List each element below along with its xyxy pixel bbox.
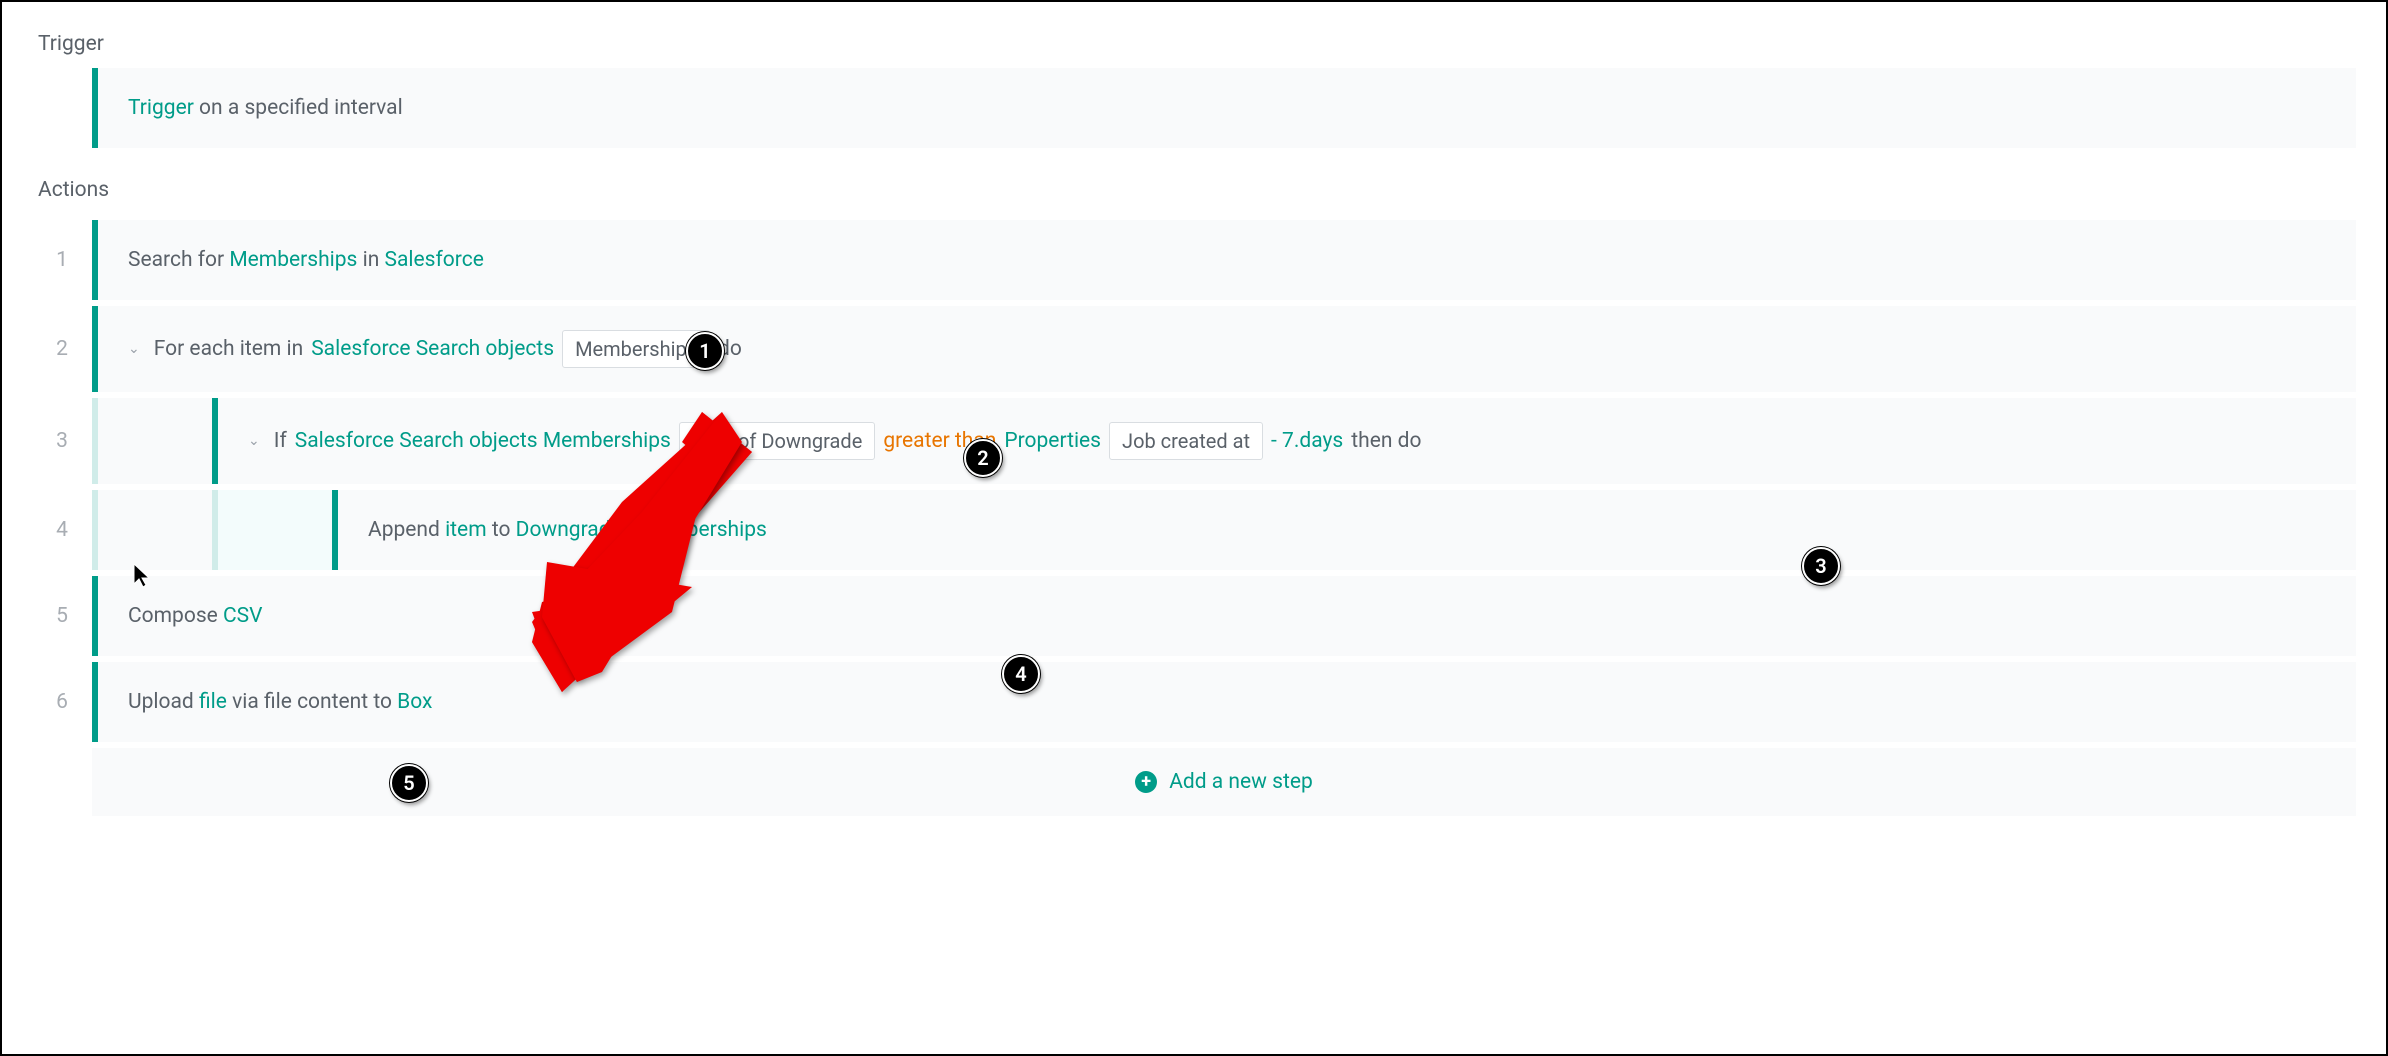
trigger-row: Trigger on a specified interval (32, 68, 2356, 148)
step-row-3: 3 ⌄ If Salesforce Search objects Members… (32, 398, 2356, 484)
step-text: Search for (128, 248, 229, 272)
step-link-offset[interactable]: - 7.days (1271, 429, 1343, 453)
step-number: 4 (32, 490, 92, 570)
indent-bar (92, 490, 98, 570)
step-row-1: 1 Search for Memberships in Salesforce (32, 220, 2356, 300)
trigger-spacer (32, 68, 92, 148)
step-link-item[interactable]: item (445, 518, 487, 542)
annotation-badge-3: 3 (1802, 547, 1840, 585)
add-step-row: + Add a new step (32, 748, 2356, 816)
step-link-box[interactable]: Box (397, 690, 432, 714)
chevron-down-icon[interactable]: ⌄ (248, 433, 260, 449)
step-card-3[interactable]: ⌄ If Salesforce Search objects Membershi… (212, 398, 2356, 484)
annotation-badge-5: 5 (390, 764, 428, 802)
step-row-2: 2 ⌄ For each item in Salesforce Search o… (32, 306, 2356, 392)
step-text: in (357, 248, 384, 272)
indent-track (212, 490, 332, 570)
step-number: 5 (32, 576, 92, 656)
step-text: For each item in (154, 337, 303, 361)
step-card-1[interactable]: Search for Memberships in Salesforce (92, 220, 2356, 300)
indent-bar (212, 490, 218, 570)
indent-track (92, 398, 212, 484)
step-text: If (274, 429, 287, 453)
step-link-file[interactable]: file (199, 690, 227, 714)
annotation-badge-4: 4 (1002, 655, 1040, 693)
step-row-5: 5 Compose CSV (32, 576, 2356, 656)
trigger-text: on a specified interval (194, 96, 403, 120)
indent-track (92, 490, 212, 570)
step-number: 2 (32, 306, 92, 392)
step-number: 6 (32, 662, 92, 742)
step-row-4: 4 Append item to Downgraded Memberships (32, 490, 2356, 570)
step-link-csv[interactable]: CSV (223, 604, 263, 628)
step-number: 1 (32, 220, 92, 300)
step-link-memberships[interactable]: Memberships (229, 248, 357, 272)
step-text: to (487, 518, 516, 542)
step-link-salesforce-search[interactable]: Salesforce Search objects (311, 337, 554, 361)
add-step-button[interactable]: + Add a new step (92, 748, 2356, 816)
annotation-badge-2: 2 (964, 439, 1002, 477)
step-card-6[interactable]: Upload file via file content to Box (92, 662, 2356, 742)
step-link-salesforce[interactable]: Salesforce (385, 248, 484, 272)
step-text: via file content to (227, 690, 397, 714)
actions-section-label: Actions (32, 178, 2356, 202)
step-card-4[interactable]: Append item to Downgraded Memberships (332, 490, 2356, 570)
chevron-down-icon[interactable]: ⌄ (128, 341, 140, 357)
annotation-badge-1: 1 (686, 332, 724, 370)
indent-bar (92, 398, 98, 484)
step-link-downgraded-memberships[interactable]: Downgraded Memberships (516, 518, 767, 542)
pill-date-of-downgrade[interactable]: Date of Downgrade (679, 422, 875, 460)
step-text: Append (368, 518, 445, 542)
trigger-card[interactable]: Trigger on a specified interval (92, 68, 2356, 148)
add-step-spacer (32, 748, 92, 816)
step-card-2[interactable]: ⌄ For each item in Salesforce Search obj… (92, 306, 2356, 392)
step-number: 3 (32, 398, 92, 484)
step-card-5[interactable]: Compose CSV (92, 576, 2356, 656)
trigger-section-label: Trigger (32, 32, 2356, 56)
step-row-6: 6 Upload file via file content to Box (32, 662, 2356, 742)
step-text: then do (1351, 429, 1421, 453)
step-link-salesforce-search[interactable]: Salesforce Search objects Memberships (295, 429, 671, 453)
plus-circle-icon: + (1135, 771, 1157, 793)
add-step-label: Add a new step (1169, 770, 1313, 794)
step-text: Upload (128, 690, 199, 714)
trigger-link[interactable]: Trigger (128, 96, 194, 120)
step-link-properties[interactable]: Properties (1004, 429, 1101, 453)
step-text: Compose (128, 604, 223, 628)
pill-job-created-at[interactable]: Job created at (1109, 422, 1263, 460)
